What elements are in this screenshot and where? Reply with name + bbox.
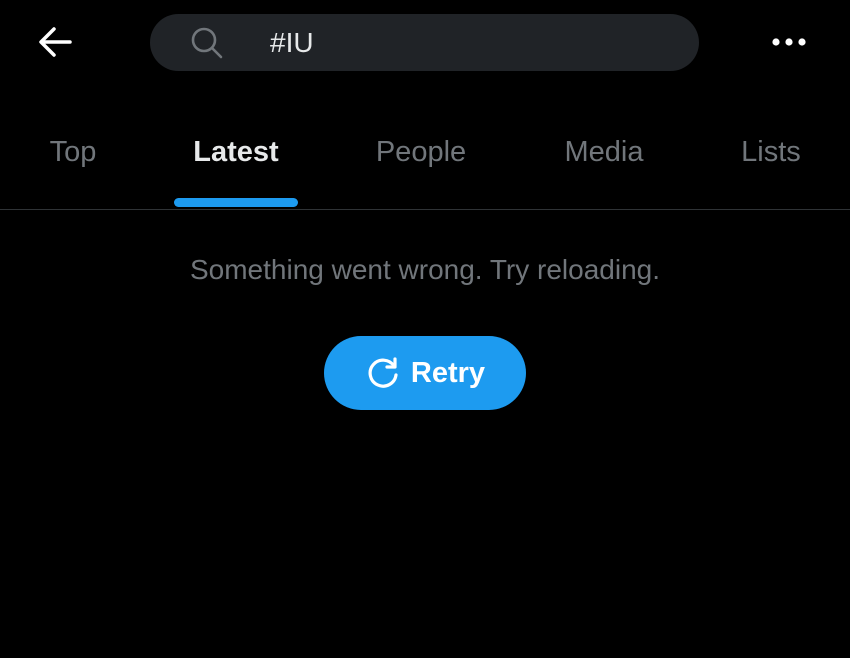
tab-media[interactable]: Media <box>565 136 644 169</box>
tab-lists[interactable]: Lists <box>741 136 801 169</box>
search-bar[interactable] <box>150 14 699 71</box>
tab-top[interactable]: Top <box>50 136 97 169</box>
back-button[interactable] <box>36 24 74 60</box>
error-message: Something went wrong. Try reloading. <box>189 254 661 285</box>
ellipsis-icon <box>772 38 806 46</box>
retry-label: Retry <box>410 356 486 389</box>
tab-latest[interactable]: Latest <box>193 136 278 169</box>
search-tabs: Top Latest People Media Lists <box>0 110 850 210</box>
arrow-left-icon <box>39 27 72 57</box>
search-icon <box>191 27 223 59</box>
more-options-button[interactable] <box>770 30 808 54</box>
active-tab-indicator <box>174 198 298 207</box>
tab-people[interactable]: People <box>376 136 466 169</box>
refresh-icon <box>368 357 398 388</box>
retry-button[interactable]: Retry <box>324 336 526 410</box>
search-input[interactable] <box>268 22 672 64</box>
